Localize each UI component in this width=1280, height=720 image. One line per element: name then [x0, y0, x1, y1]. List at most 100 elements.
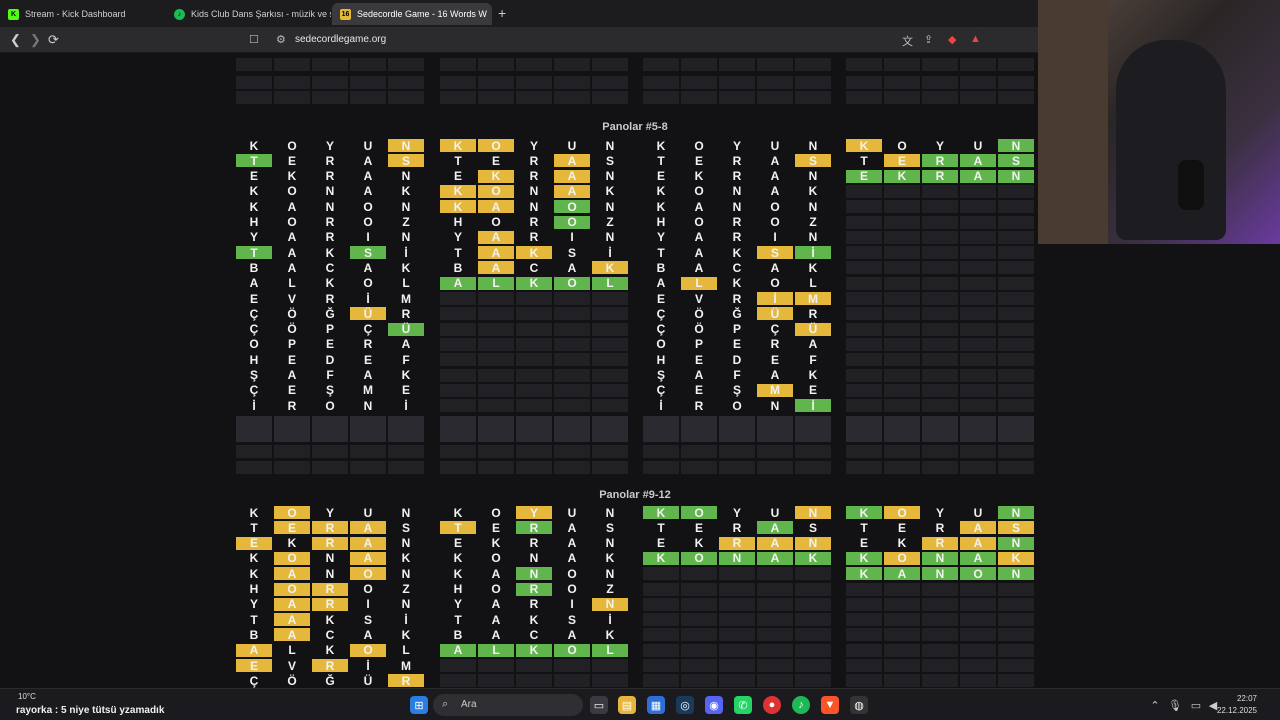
- letter-tile: N: [592, 230, 628, 244]
- empty-tile: [757, 76, 793, 89]
- task-view-icon[interactable]: ▭: [590, 696, 608, 714]
- taskbar-search[interactable]: ⌕ Ara: [433, 694, 583, 716]
- brave-taskbar-icon[interactable]: ▼: [821, 696, 839, 714]
- translate-icon[interactable]: 文: [902, 33, 913, 49]
- empty-tile: [554, 383, 590, 397]
- time-text: 22:07: [1236, 694, 1257, 703]
- file-explorer-icon[interactable]: ▤: [618, 696, 636, 714]
- input-tile: [592, 416, 628, 443]
- empty-tile: [960, 659, 996, 672]
- mic-tray-icon[interactable]: 🎙: [1166, 696, 1184, 714]
- letter-tile: O: [350, 643, 386, 657]
- letter-tile: O: [554, 200, 590, 214]
- letter-tile: O: [554, 567, 590, 581]
- empty-tile: [884, 613, 920, 627]
- tab-sedecordle[interactable]: 16 Sedecordle Game - 16 Words W ✕: [332, 3, 492, 25]
- letter-tile: O: [478, 551, 514, 565]
- letter-tile: Y: [719, 139, 755, 153]
- spotify-taskbar-icon[interactable]: ♪: [792, 696, 810, 714]
- letter-tile: A: [274, 368, 310, 382]
- empty-tile: [846, 368, 882, 382]
- reload-icon[interactable]: ⟳: [48, 32, 59, 48]
- empty-tile: [440, 76, 476, 89]
- letter-tile: K: [236, 567, 272, 581]
- letter-tile: B: [236, 261, 272, 275]
- empty-tile: [643, 91, 679, 104]
- clock[interactable]: 22:07 22.12.2025: [1217, 693, 1257, 717]
- empty-tile: [998, 399, 1034, 413]
- empty-tile: [922, 292, 958, 305]
- letter-tile: Ö: [274, 674, 310, 688]
- back-icon[interactable]: ❮: [10, 32, 21, 48]
- empty-tile: [922, 76, 958, 89]
- letter-tile: N: [719, 200, 755, 214]
- empty-tile: [592, 383, 628, 397]
- letter-tile: N: [516, 567, 552, 581]
- brave-rewards-icon[interactable]: ▲: [970, 33, 981, 45]
- tab-spotify[interactable]: ♪ Kids Club Dans Şarkısı - müzik ve şark…: [166, 3, 331, 25]
- letter-tile: K: [236, 200, 272, 214]
- empty-tile: [998, 337, 1034, 351]
- obs-icon[interactable]: ◍: [850, 696, 868, 714]
- chrome-icon[interactable]: ●: [763, 696, 781, 714]
- letter-tile: R: [719, 292, 755, 306]
- empty-tile: [757, 91, 793, 104]
- steam-icon[interactable]: ◎: [676, 696, 694, 714]
- empty-tile: [960, 91, 996, 104]
- letter-tile: K: [312, 246, 348, 260]
- empty-tile: [846, 246, 882, 260]
- windows-start-icon[interactable]: ⊞: [410, 696, 428, 714]
- empty-tile: [998, 659, 1034, 672]
- letter-tile: K: [719, 276, 755, 290]
- empty-tile: [592, 659, 628, 672]
- letter-tile: S: [998, 521, 1034, 535]
- forward-icon[interactable]: ❯: [30, 32, 41, 48]
- share-icon[interactable]: ⇪: [924, 33, 933, 46]
- letter-tile: K: [643, 200, 679, 214]
- letter-tile: N: [998, 536, 1034, 550]
- letter-tile: F: [312, 368, 348, 382]
- bookmark-icon[interactable]: ☐: [249, 33, 259, 46]
- network-icon[interactable]: ▭: [1187, 696, 1205, 714]
- new-tab-icon[interactable]: +: [498, 5, 506, 21]
- letter-tile: K: [388, 184, 424, 198]
- empty-tile: [846, 445, 882, 459]
- letter-tile: O: [884, 551, 920, 565]
- letter-tile: K: [884, 169, 920, 183]
- address-bar[interactable]: ☐ ⚙ sedecordlegame.org 文 ⇪ ◆ ▲: [244, 30, 986, 50]
- empty-tile: [884, 184, 920, 198]
- empty-tile: [440, 674, 476, 688]
- letter-tile: C: [719, 261, 755, 275]
- empty-tile: [643, 445, 679, 459]
- empty-tile: [440, 307, 476, 321]
- empty-tile: [757, 58, 793, 71]
- letter-tile: E: [719, 337, 755, 351]
- store-icon[interactable]: ▦: [647, 696, 665, 714]
- empty-tile: [922, 230, 958, 244]
- letter-tile: N: [388, 597, 424, 611]
- letter-tile: İ: [388, 613, 424, 627]
- letter-tile: H: [440, 582, 476, 596]
- letter-tile: A: [350, 368, 386, 382]
- letter-tile: K: [643, 506, 679, 520]
- whatsapp-icon[interactable]: ✆: [734, 696, 752, 714]
- empty-tile: [846, 628, 882, 642]
- tab-kick-dashboard[interactable]: K Stream - Kick Dashboard: [0, 3, 165, 25]
- letter-tile: Z: [388, 582, 424, 596]
- letter-tile: R: [516, 521, 552, 535]
- empty-tile: [516, 292, 552, 305]
- empty-tile: [846, 200, 882, 214]
- brave-shield-icon[interactable]: ◆: [948, 33, 956, 46]
- site-info-icon[interactable]: ⚙: [276, 33, 286, 46]
- tray-chevron-icon[interactable]: ⌃: [1146, 696, 1164, 714]
- letter-tile: E: [643, 292, 679, 306]
- empty-tile: [681, 58, 717, 71]
- discord-icon[interactable]: ◉: [705, 696, 723, 714]
- letter-tile: D: [312, 353, 348, 367]
- empty-tile: [719, 445, 755, 459]
- letter-tile: E: [681, 383, 717, 397]
- empty-tile: [592, 674, 628, 688]
- letter-tile: N: [795, 169, 831, 183]
- letter-tile: N: [795, 200, 831, 214]
- letter-tile: U: [757, 139, 793, 153]
